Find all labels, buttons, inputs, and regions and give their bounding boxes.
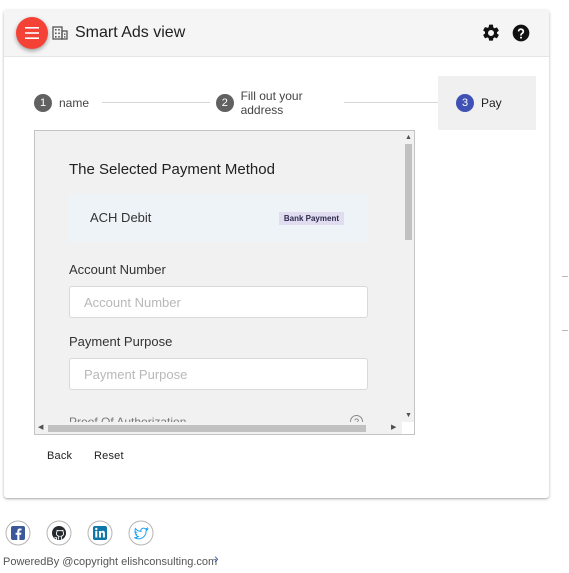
- main-card: Smart Ads view 1 name 2 Fill out your ad…: [4, 10, 549, 498]
- horizontal-scroll-thumb[interactable]: [48, 425, 366, 432]
- step-address[interactable]: 2 Fill out your address: [216, 76, 346, 130]
- horizontal-scrollbar[interactable]: ◀ ▶: [35, 422, 403, 434]
- facebook-icon[interactable]: [5, 520, 31, 546]
- page-title: Smart Ads view: [75, 24, 186, 41]
- footer-text: PoweredBy @copyright elishconsulting.com: [3, 556, 218, 568]
- step-connector: [344, 102, 440, 103]
- building-icon: [52, 26, 68, 40]
- step-label: name: [59, 96, 90, 110]
- menu-button[interactable]: [16, 17, 48, 49]
- github-icon[interactable]: [46, 520, 72, 546]
- step-name[interactable]: 1 name: [34, 76, 94, 130]
- stepper: 1 name 2 Fill out your address 3 Pay: [4, 76, 549, 130]
- method-name: ACH Debit: [90, 210, 152, 225]
- vertical-scrollbar[interactable]: ▲ ▼: [402, 131, 414, 423]
- step-number: 2: [216, 94, 234, 112]
- step-number: 1: [34, 94, 52, 112]
- chevron-right-icon[interactable]: ›: [214, 550, 219, 566]
- account-number-input[interactable]: [69, 286, 368, 318]
- step-label: Pay: [481, 96, 502, 110]
- app-bar: Smart Ads view: [4, 10, 549, 57]
- step-label: Fill out your address: [240, 89, 303, 117]
- linkedin-icon[interactable]: [87, 520, 113, 546]
- gear-icon[interactable]: [481, 23, 501, 43]
- method-badge: Bank Payment: [278, 212, 344, 225]
- twitter-icon[interactable]: [128, 520, 154, 546]
- payment-purpose-input[interactable]: [69, 358, 368, 390]
- step-connector: [102, 102, 210, 103]
- menu-icon: [25, 27, 39, 39]
- reset-button[interactable]: Reset: [86, 446, 132, 466]
- vertical-scroll-thumb[interactable]: [405, 144, 412, 240]
- scroll-left-arrow-icon[interactable]: ◀: [38, 424, 43, 431]
- step-number: 3: [456, 94, 474, 112]
- selected-method-card: ACH Debit Bank Payment: [69, 194, 368, 242]
- scroll-down-arrow-icon[interactable]: ▼: [405, 412, 412, 419]
- payment-method-heading: The Selected Payment Method: [69, 161, 275, 178]
- scroll-up-arrow-icon[interactable]: ▲: [405, 134, 412, 141]
- help-circle-icon[interactable]: [511, 23, 531, 43]
- step-pay[interactable]: 3 Pay: [438, 76, 536, 130]
- scrollbar-corner: [402, 422, 414, 434]
- edge-divider: [562, 330, 568, 331]
- payment-purpose-label: Payment Purpose: [69, 334, 173, 349]
- scroll-right-arrow-icon[interactable]: ▶: [391, 424, 396, 431]
- edge-divider: [562, 276, 568, 277]
- account-number-label: Account Number: [69, 262, 166, 277]
- back-button[interactable]: Back: [39, 446, 80, 466]
- payment-panel: The Selected Payment Method ACH Debit Ba…: [34, 130, 415, 435]
- payment-scroll-area[interactable]: The Selected Payment Method ACH Debit Ba…: [35, 131, 403, 423]
